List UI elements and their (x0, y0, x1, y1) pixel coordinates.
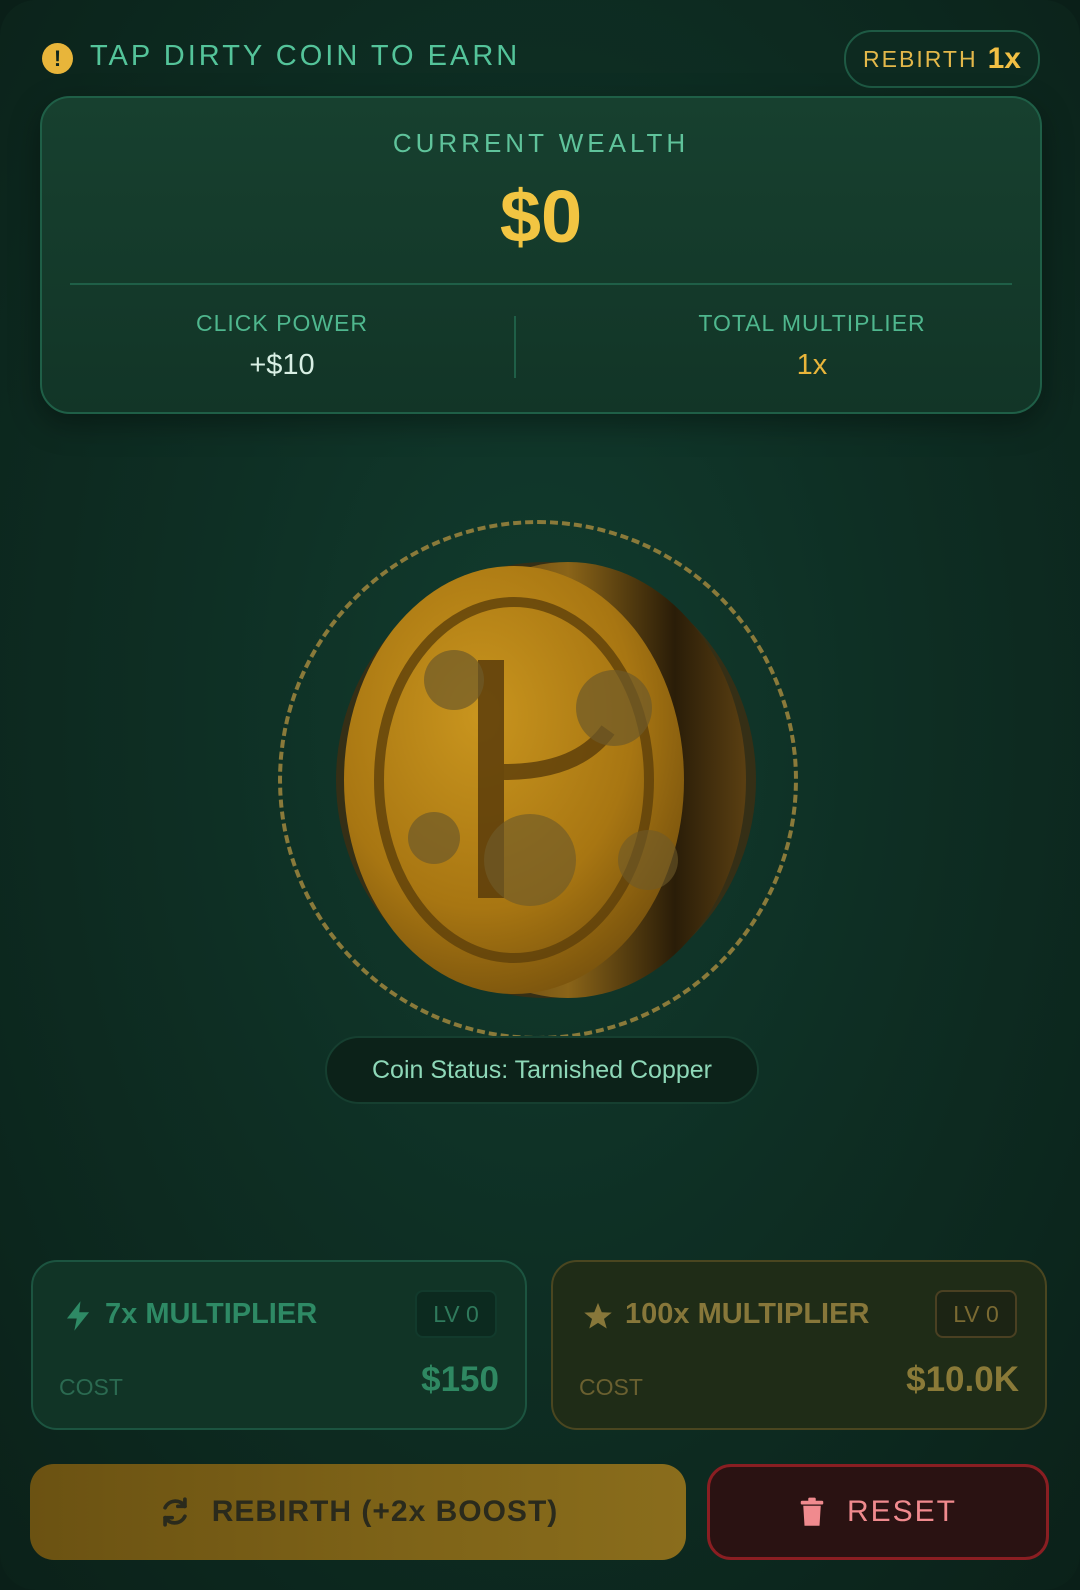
click-power-value: +$10 (249, 349, 315, 381)
wealth-value: $0 (499, 175, 583, 258)
upgrade-7x-multiplier[interactable]: 7x MULTIPLIER LV 0 COST $150 (31, 1260, 527, 1430)
click-power-stat: CLICK POWER +$10 (82, 310, 482, 382)
rebirth-button-label: REBIRTH (+2x BOOST) (211, 1495, 559, 1528)
wealth-title: CURRENT WEALTH (392, 128, 690, 158)
lightning-icon (66, 1301, 90, 1331)
rebirth-badge-value: 1x (987, 42, 1021, 75)
upgrade-title: 7x MULTIPLIER (105, 1298, 318, 1330)
warning-icon: ! (42, 43, 73, 74)
click-power-label: CLICK POWER (195, 310, 369, 336)
trash-icon (800, 1497, 824, 1526)
vertical-divider (514, 316, 516, 378)
total-multiplier-stat: TOTAL MULTIPLIER 1x (612, 310, 1012, 382)
divider (70, 283, 1012, 285)
rebirth-badge-label: REBIRTH (863, 45, 978, 72)
reset-button-label: RESET (846, 1495, 958, 1528)
rebirth-button[interactable]: REBIRTH (+2x BOOST) (30, 1464, 686, 1560)
header: ! TAP DIRTY COIN TO EARN REBIRTH 1x (42, 30, 1040, 88)
cost-value: $10.0K (906, 1360, 1019, 1399)
app-screen: ! TAP DIRTY COIN TO EARN REBIRTH 1x CURR… (0, 0, 1080, 1590)
rebirth-badge: REBIRTH 1x (844, 30, 1040, 88)
upgrade-level: LV 0 (935, 1290, 1017, 1338)
coin-icon (336, 562, 756, 998)
total-multiplier-label: TOTAL MULTIPLIER (698, 310, 926, 336)
cost-value: $150 (421, 1360, 499, 1399)
cost-label: COST (59, 1374, 123, 1400)
tap-hint: TAP DIRTY COIN TO EARN (90, 40, 521, 72)
upgrade-level: LV 0 (415, 1290, 497, 1338)
total-multiplier-value: 1x (796, 349, 828, 381)
upgrade-100x-multiplier[interactable]: 100x MULTIPLIER LV 0 COST $10.0K (551, 1260, 1047, 1430)
dirty-coin-button[interactable] (318, 560, 758, 1000)
coin-status: Coin Status: Tarnished Copper (325, 1036, 759, 1104)
refresh-icon (162, 1497, 187, 1527)
upgrade-title: 100x MULTIPLIER (625, 1298, 870, 1330)
reset-button[interactable]: RESET (707, 1464, 1049, 1560)
star-icon (584, 1302, 612, 1329)
wealth-card: CURRENT WEALTH $0 CLICK POWER +$10 TOTAL… (40, 96, 1042, 414)
cost-label: COST (579, 1374, 643, 1400)
